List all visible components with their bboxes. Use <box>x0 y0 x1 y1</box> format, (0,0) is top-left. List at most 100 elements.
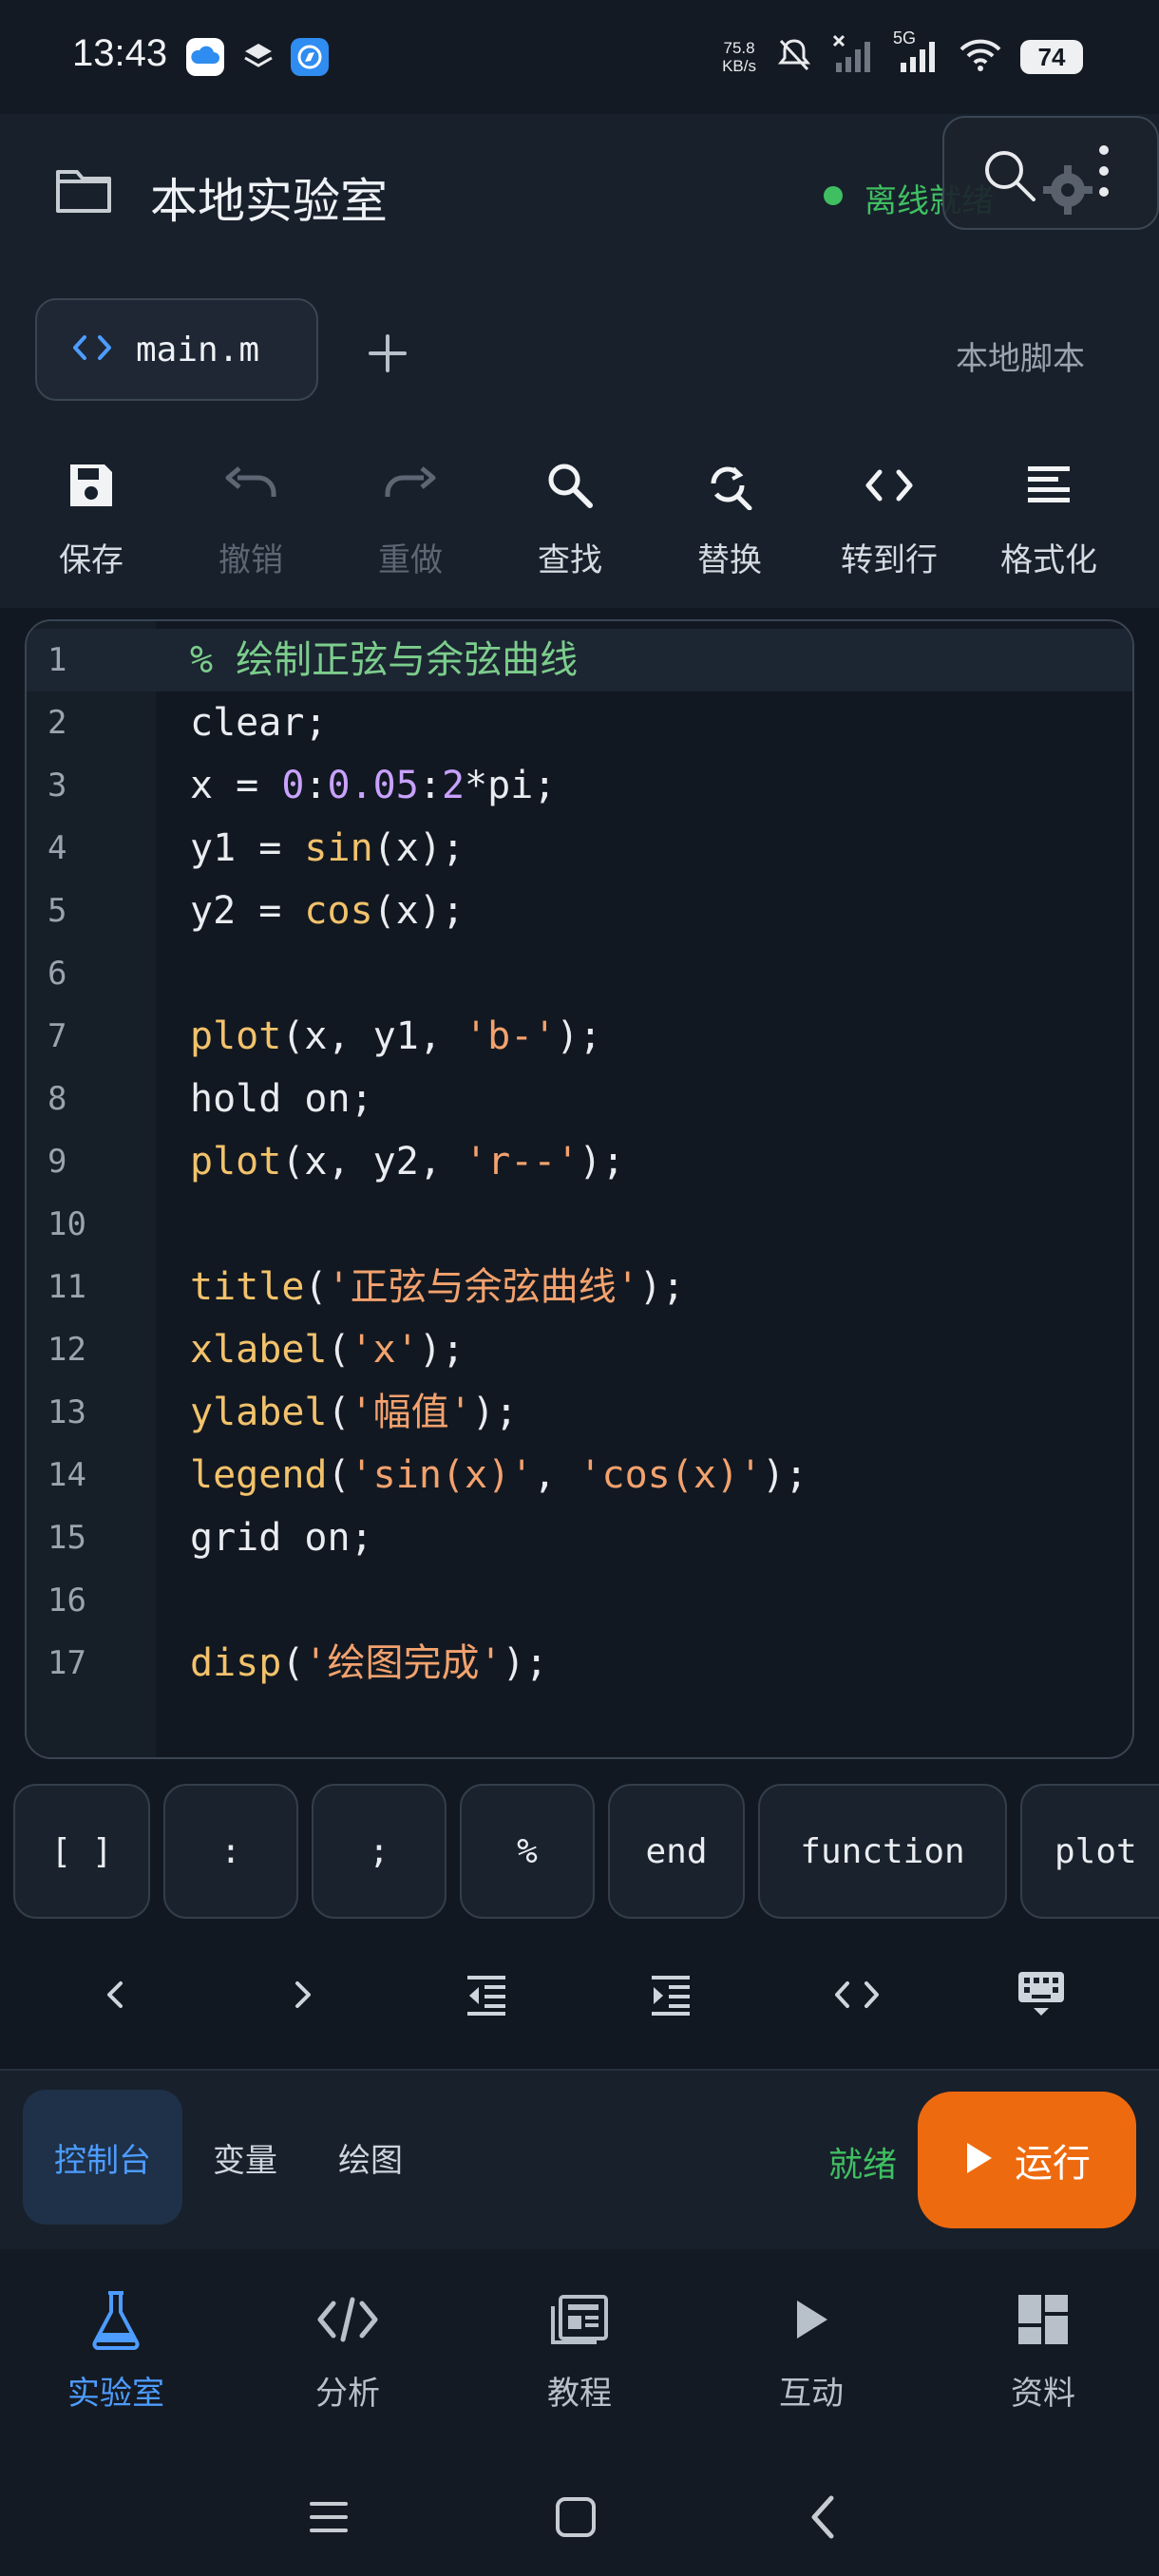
bottom-navigation: 实验室 分析 教程 互动 资料 <box>0 2249 1159 2462</box>
file-tab-main[interactable]: main.m <box>35 298 318 401</box>
quick-key-end[interactable]: end <box>608 1784 745 1919</box>
home-button[interactable] <box>545 2489 606 2549</box>
undo-button[interactable]: 撤销 <box>171 454 331 587</box>
code-line[interactable]: 13 ylabel('幅值'); <box>27 1381 1132 1444</box>
code-token: ); <box>556 1014 602 1058</box>
indent-button[interactable] <box>636 1966 705 2027</box>
code-token: x = <box>190 764 282 807</box>
code-token: grid on; <box>190 1516 373 1560</box>
nav-label-lab: 实验室 <box>67 2375 164 2413</box>
quick-key-semicolon[interactable]: ; <box>312 1784 446 1919</box>
code-token: 0 <box>281 764 305 807</box>
code-line[interactable]: 7 plot(x, y1, 'b-'); <box>27 1005 1132 1068</box>
browser-app-icon <box>291 38 329 76</box>
add-tab-button[interactable] <box>359 325 416 382</box>
outdent-button[interactable] <box>452 1966 521 2027</box>
code-line[interactable]: 14 legend('sin(x)', 'cos(x)'); <box>27 1444 1132 1506</box>
quick-key-colon[interactable]: : <box>163 1784 298 1919</box>
code-token: ( <box>327 1391 351 1434</box>
search-icon[interactable] <box>980 146 1039 209</box>
code-line[interactable]: 12 xlabel('x'); <box>27 1318 1132 1381</box>
code-line[interactable]: 2 clear; <box>27 691 1132 754</box>
line-code: title('正弦与余弦曲线'); <box>190 1256 685 1318</box>
code-token: ); <box>579 1140 625 1184</box>
nav-item-tutorials[interactable]: 教程 <box>464 2289 695 2422</box>
line-number: 13 <box>48 1393 86 1431</box>
code-line[interactable]: 11 title('正弦与余弦曲线'); <box>27 1256 1132 1318</box>
line-number: 10 <box>48 1205 86 1243</box>
quick-key-plot[interactable]: plot <box>1020 1784 1159 1919</box>
code-token: : <box>304 764 328 807</box>
line-number: 11 <box>48 1268 86 1306</box>
cursor-right-button[interactable] <box>268 1966 336 2027</box>
line-number: 5 <box>48 892 67 930</box>
bell-muted-icon <box>773 34 815 80</box>
redo-button[interactable]: 重做 <box>331 454 490 587</box>
code-line[interactable]: 1 % 绘制正弦与余弦曲线 <box>27 629 1132 691</box>
page-title: 本地实验室 <box>150 174 388 229</box>
code-line[interactable]: 15 grid on; <box>27 1506 1132 1569</box>
code-token: ylabel <box>190 1391 328 1434</box>
nav-item-interactive[interactable]: 互动 <box>695 2289 927 2422</box>
file-tab-row: main.m 本地脚本 <box>0 275 1159 427</box>
more-vertical-icon[interactable] <box>1096 142 1112 203</box>
replace-button[interactable]: 替换 <box>650 454 809 587</box>
dashboard-icon <box>1016 2293 1070 2350</box>
tab-plots[interactable]: 绘图 <box>323 2090 418 2225</box>
line-number: 2 <box>48 704 67 742</box>
search-icon <box>545 461 595 514</box>
line-number: 14 <box>48 1456 86 1494</box>
code-token: cos <box>304 889 373 933</box>
code-line[interactable]: 8 hold on; <box>27 1068 1132 1130</box>
code-line[interactable]: 17 disp('绘图完成'); <box>27 1632 1132 1695</box>
flask-icon <box>89 2289 142 2354</box>
run-button[interactable]: 运行 <box>918 2092 1136 2228</box>
code-line[interactable]: 5 y2 = cos(x); <box>27 880 1132 942</box>
outdent-icon <box>464 1972 509 2021</box>
keyboard-hide-button[interactable] <box>1007 1966 1075 2027</box>
nav-item-lab[interactable]: 实验室 <box>0 2289 232 2422</box>
code-token: ); <box>762 1453 808 1497</box>
code-token: ( <box>281 1641 305 1685</box>
nav-item-analysis[interactable]: 分析 <box>232 2289 464 2422</box>
code-token: 'cos(x)' <box>579 1453 763 1497</box>
code-token: xlabel <box>190 1328 328 1372</box>
save-button[interactable]: 保存 <box>11 454 171 587</box>
code-line[interactable]: 10 <box>27 1193 1132 1256</box>
find-button[interactable]: 查找 <box>490 454 650 587</box>
code-line[interactable]: 16 <box>27 1569 1132 1632</box>
code-token: legend <box>190 1453 328 1497</box>
code-line[interactable]: 4 y1 = sin(x); <box>27 817 1132 880</box>
nav-item-resources[interactable]: 资料 <box>927 2289 1159 2422</box>
cursor-left-icon <box>102 1978 130 2016</box>
redo-icon <box>382 464 439 510</box>
code-token: 0.05 <box>327 764 419 807</box>
tab-variables[interactable]: 变量 <box>198 2090 293 2225</box>
tab-console[interactable]: 控制台 <box>23 2090 182 2225</box>
recents-button[interactable] <box>298 2489 359 2549</box>
code-token: 2 <box>441 764 466 807</box>
format-button[interactable]: 格式化 <box>969 454 1129 587</box>
line-code: grid on; <box>190 1506 373 1569</box>
floating-toolbox[interactable] <box>942 116 1159 230</box>
code-editor[interactable]: 1% 绘制正弦与余弦曲线 2 clear; 3 x = 0:0.05:2*pi; 4 y1 … <box>25 619 1134 1759</box>
goto-line-button[interactable]: 转到行 <box>809 454 969 587</box>
cursor-left-button[interactable] <box>82 1966 150 2027</box>
code-line[interactable]: 6 <box>27 942 1132 1005</box>
code-token: disp <box>190 1641 282 1685</box>
quick-key-percent[interactable]: % <box>460 1784 595 1919</box>
app-header: 本地实验室 离线就绪 <box>0 114 1159 275</box>
gear-icon[interactable] <box>1039 161 1096 222</box>
goto-line-icon <box>863 466 916 508</box>
code-token: ( <box>327 1453 351 1497</box>
code-token: % 绘制正弦与余弦曲线 <box>190 638 579 682</box>
quick-key-brackets[interactable]: [ ] <box>13 1784 150 1919</box>
line-number: 12 <box>48 1331 86 1369</box>
quick-key-function[interactable]: function <box>758 1784 1007 1919</box>
folder-icon[interactable] <box>53 163 114 220</box>
code-brackets-button[interactable] <box>823 1966 891 2027</box>
code-line[interactable]: 9 plot(x, y2, 'r--'); <box>27 1130 1132 1193</box>
line-code: x = 0:0.05:2*pi; <box>190 754 556 817</box>
code-line[interactable]: 3x = 0:0.05:2*pi; <box>27 754 1132 817</box>
back-button[interactable] <box>792 2489 853 2549</box>
